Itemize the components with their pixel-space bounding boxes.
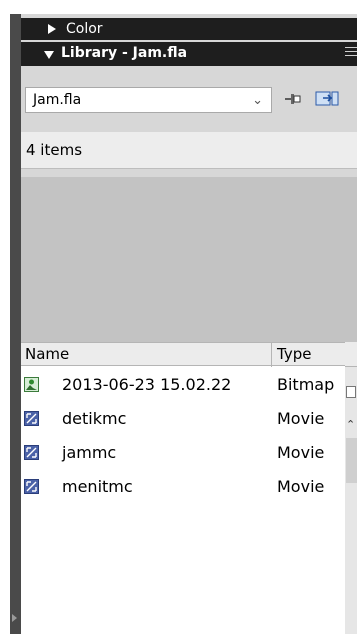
library-item-row[interactable]: jammc Movie [21, 438, 345, 469]
new-library-panel-icon[interactable] [315, 90, 339, 108]
movieclip-icon [24, 479, 39, 494]
column-header-name[interactable]: Name [25, 345, 69, 363]
library-toolbar: Jam.fla ⌄ [21, 78, 357, 123]
library-item-list: Name Type 2013-06-23 15.02.22 Bitmap det… [21, 342, 345, 634]
item-name: menitmc [62, 477, 133, 496]
color-panel-title: Color [66, 21, 103, 37]
document-select[interactable]: Jam.fla ⌄ [25, 87, 272, 113]
item-count: 4 items [26, 141, 83, 159]
collapse-arrow-icon[interactable] [12, 614, 17, 622]
panel-stack: Color Library - Jam.fla Jam.fla ⌄ 4 item… [21, 14, 357, 634]
item-type: Movie [277, 443, 325, 462]
library-item-row[interactable]: detikmc Movie [21, 404, 345, 435]
column-divider[interactable] [271, 343, 272, 367]
movieclip-icon [24, 411, 39, 426]
collapse-arrow-icon[interactable] [44, 51, 54, 59]
pin-icon[interactable] [283, 90, 303, 108]
library-preview-pane [21, 177, 357, 342]
library-item-row[interactable]: menitmc Movie [21, 472, 345, 503]
chevron-down-icon: ⌄ [252, 93, 263, 108]
list-header: Name Type [21, 342, 345, 367]
item-name: jammc [62, 443, 117, 462]
scrollbar-thumb[interactable] [346, 438, 357, 483]
panel-menu-icon[interactable] [345, 47, 357, 59]
item-type: Bitmap [277, 375, 335, 394]
library-panel-header[interactable]: Library - Jam.fla [21, 42, 357, 66]
document-select-value: Jam.fla [33, 92, 82, 108]
item-name: 2013-06-23 15.02.22 [62, 375, 232, 394]
item-type: Movie [277, 409, 325, 428]
color-panel-header[interactable]: Color [21, 18, 357, 40]
new-symbol-icon[interactable] [346, 386, 356, 398]
item-count-bar: 4 items [21, 132, 357, 169]
sort-toggle-icon[interactable] [345, 342, 357, 367]
flash-panel-window: Color Library - Jam.fla Jam.fla ⌄ 4 item… [0, 0, 357, 634]
movieclip-icon [24, 445, 39, 460]
expand-arrow-icon[interactable] [48, 24, 56, 34]
item-name: detikmc [62, 409, 127, 428]
list-scrollbar[interactable]: ⌃ [345, 342, 357, 634]
library-panel-title: Library - Jam.fla [61, 45, 188, 61]
item-type: Movie [277, 477, 325, 496]
column-header-type[interactable]: Type [277, 345, 311, 363]
bitmap-icon [24, 377, 39, 392]
library-item-row[interactable]: 2013-06-23 15.02.22 Bitmap [21, 370, 345, 401]
scroll-up-icon[interactable]: ⌃ [346, 418, 355, 431]
panel-dock-rail[interactable] [10, 14, 21, 634]
